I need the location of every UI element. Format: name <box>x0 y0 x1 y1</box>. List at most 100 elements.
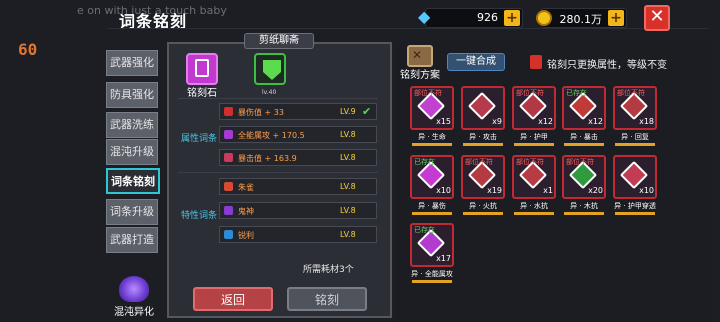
card-status: 部位不符 <box>516 158 544 166</box>
card-status: 部位不符 <box>516 89 544 97</box>
gold-value: 280.1万 <box>559 13 603 26</box>
chaos-alienation-label: 混沌异化 <box>114 307 154 318</box>
card-count: x19 <box>487 186 502 195</box>
gold-counter: 280.1万 + <box>536 8 627 28</box>
attr-level: LV.8 <box>340 153 356 162</box>
engrave-button[interactable]: 铭刻 <box>287 287 367 311</box>
vermilion-bird-icon <box>224 182 233 191</box>
nav-armor-enhance[interactable]: 防具强化 <box>106 82 158 108</box>
check-icon: ✔ <box>362 105 372 118</box>
card-progress-bar <box>412 143 452 146</box>
add-diamond-button[interactable]: + <box>504 10 520 26</box>
engrave-stone-card[interactable]: 部位不符 x1 异 · 水抗 <box>512 155 556 218</box>
attr-level: LV.8 <box>340 130 356 139</box>
engrave-stone-card[interactable]: x9 异 · 攻击 <box>461 86 505 149</box>
card-progress-bar <box>564 143 604 146</box>
back-button[interactable]: 返回 <box>193 287 273 311</box>
engrave-stone-card[interactable]: 部位不符 x20 异 · 木抗 <box>562 155 606 218</box>
engrave-stone-card[interactable]: 部位不符 x19 异 · 火抗 <box>461 155 505 218</box>
engrave-scheme-label: 铭刻方案 <box>400 70 440 81</box>
attr-text: 暴伤值 + 33 <box>238 108 284 117</box>
card-label: 异 · 护甲穿透 <box>614 202 656 210</box>
material-requirement: 所需耗材3个 <box>303 265 354 275</box>
card-label: 异 · 回复 <box>621 133 649 141</box>
add-gold-button[interactable]: + <box>608 10 624 26</box>
section-divider <box>178 98 378 99</box>
card-count: x9 <box>492 117 502 126</box>
diamond-counter: ◆ 926 + <box>418 7 523 28</box>
nav-chaos-upgrade[interactable]: 混沌升级 <box>106 139 158 165</box>
engrave-stone-card[interactable]: 部位不符 x18 异 · 回复 <box>613 86 657 149</box>
engrave-scheme-button[interactable]: ✕ <box>407 45 433 67</box>
card-count: x12 <box>588 117 603 126</box>
card-status: 部位不符 <box>566 158 594 166</box>
nav-weapon-forge[interactable]: 武器打造 <box>106 227 158 253</box>
card-label: 异 · 水抗 <box>520 202 548 210</box>
close-button[interactable]: ✕ <box>644 5 670 31</box>
engrave-stone-card[interactable]: 已存在 x10 异 · 暴伤 <box>410 155 454 218</box>
equipment-slot[interactable] <box>254 53 286 85</box>
attr-text: 暴击值 + 163.9 <box>238 154 297 163</box>
one-click-synthesize-button[interactable]: 一键合成 <box>447 53 505 71</box>
card-label: 异 · 火抗 <box>469 202 497 210</box>
card-progress-bar <box>514 143 554 146</box>
card-count: x10 <box>436 186 451 195</box>
trait-level: LV.8 <box>340 182 356 191</box>
card-progress-bar <box>564 212 604 215</box>
ghost-god-icon <box>224 206 233 215</box>
engrave-stone-card[interactable]: 部位不符 x15 异 · 生命 <box>410 86 454 149</box>
attr-level: LV.9 <box>340 107 356 116</box>
card-count: x10 <box>639 186 654 195</box>
card-label: 异 · 攻击 <box>469 133 497 141</box>
trait-text: 朱雀 <box>238 183 254 192</box>
attr-row[interactable]: 暴击值 + 163.9 LV.8 <box>219 149 377 166</box>
attr-section-title: 属性词条 <box>181 134 218 144</box>
all-attack-icon <box>224 130 233 139</box>
trait-row[interactable]: 锐利 LV.8 <box>219 226 377 243</box>
shield-icon <box>263 60 281 80</box>
engrave-stone-card[interactable]: 已存在 x12 异 · 暴击 <box>562 86 606 149</box>
card-status: 已存在 <box>414 158 435 166</box>
card-label: 异 · 木抗 <box>570 202 598 210</box>
engrave-warning: 铭刻只更换属性，等级不变 <box>547 60 667 71</box>
chaos-alienation-nav[interactable]: 混沌异化 <box>112 276 156 318</box>
attr-row[interactable]: 全能属攻 + 170.5 LV.8 <box>219 126 377 143</box>
equipment-level: lv.40 <box>262 89 277 96</box>
card-progress-bar <box>615 212 655 215</box>
attr-row[interactable]: 暴伤值 + 33 LV.9 ✔ <box>219 103 377 120</box>
card-label: 异 · 暴伤 <box>418 202 446 210</box>
card-label: 异 · 生命 <box>418 133 446 141</box>
card-progress-bar <box>412 280 452 283</box>
card-label: 异 · 暴击 <box>570 133 598 141</box>
card-progress-bar <box>463 212 503 215</box>
engrave-stone-label: 铭刻石 <box>187 88 217 99</box>
nav-affix-upgrade[interactable]: 词条升级 <box>106 199 158 225</box>
crossed-tools-icon: ✕ <box>412 48 423 62</box>
trait-section-title: 特性词条 <box>181 211 218 221</box>
gold-coin-icon <box>536 10 552 26</box>
trait-text: 锐利 <box>238 231 254 240</box>
engrave-stone-card[interactable]: 已存在 x17 异 · 全能属攻 <box>410 223 454 286</box>
trait-row[interactable]: 朱雀 LV.8 <box>219 178 377 195</box>
nav-weapon-refine[interactable]: 武器洗练 <box>106 112 158 138</box>
attr-text: 全能属攻 + 170.5 <box>238 131 305 140</box>
warning-icon <box>530 55 542 69</box>
card-status: 部位不符 <box>414 89 442 97</box>
card-status: 已存在 <box>414 226 435 234</box>
trait-row[interactable]: 鬼神 LV.8 <box>219 202 377 219</box>
card-status: 已存在 <box>566 89 587 97</box>
card-count: x20 <box>588 186 603 195</box>
crit-damage-icon <box>224 107 233 116</box>
fps-counter: 60 <box>18 40 38 59</box>
nav-affix-engrave[interactable]: 词条铭刻 <box>106 168 160 194</box>
card-progress-bar <box>615 143 655 146</box>
engrave-stone-card[interactable]: 部位不符 x12 异 · 护甲 <box>512 86 556 149</box>
title-divider <box>108 28 708 29</box>
engrave-stone-card[interactable]: x10 异 · 护甲穿透 <box>613 155 657 218</box>
engrave-stone-slot[interactable] <box>186 53 218 85</box>
nav-weapon-enhance[interactable]: 武器强化 <box>106 50 158 76</box>
card-count: x17 <box>436 254 451 263</box>
sharp-icon <box>224 230 233 239</box>
panel-tab: 剪纸聊斋 <box>244 33 314 49</box>
section-divider <box>178 172 378 173</box>
